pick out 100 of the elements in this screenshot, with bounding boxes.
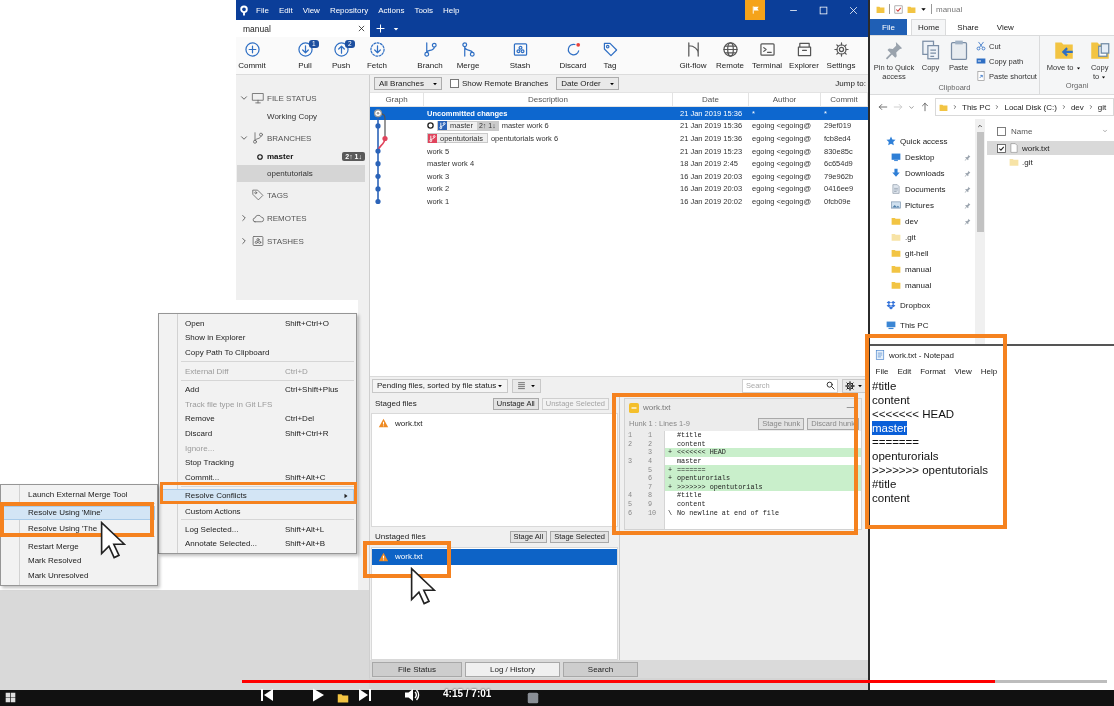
plus-icon[interactable] <box>376 24 385 33</box>
menu-item[interactable]: Launch External Merge Tool <box>3 487 155 502</box>
column-header[interactable]: Date <box>673 93 749 106</box>
sidebar-section[interactable]: REMOTES <box>236 208 369 228</box>
tab[interactable]: File Status <box>372 661 462 677</box>
menu-item[interactable]: Custom Actions <box>161 503 354 518</box>
tab[interactable]: Log / History <box>465 661 560 677</box>
toolbar-button[interactable]: Explorer <box>786 41 822 70</box>
menu-item[interactable]: File <box>251 5 274 15</box>
column-header[interactable]: Author <box>749 93 821 106</box>
folder-icon[interactable] <box>337 692 349 704</box>
windows-logo-icon[interactable] <box>5 692 16 703</box>
menu-item[interactable]: Copy Path To Clipboard <box>161 345 354 360</box>
show-remote-checkbox[interactable]: Show Remote Branches <box>449 79 549 88</box>
nav-item[interactable]: git-hell <box>870 245 975 261</box>
toolbar-button[interactable]: Merge <box>450 41 486 70</box>
ribbon-tab[interactable]: Share <box>950 19 986 35</box>
checklist-icon[interactable] <box>894 4 903 14</box>
nav-item[interactable]: manual <box>870 277 975 293</box>
file-row[interactable]: work.txt <box>372 415 617 431</box>
nav-item[interactable]: Pictures <box>870 197 975 213</box>
toolbar-button[interactable]: Tag <box>592 41 628 70</box>
toolbar-button[interactable]: Settings <box>823 41 859 70</box>
breadcrumb[interactable]: dev <box>1070 102 1084 112</box>
app-icon[interactable] <box>527 692 539 704</box>
volume-icon[interactable] <box>404 687 420 703</box>
file-row[interactable]: work.txt <box>987 141 1114 155</box>
menu-item[interactable]: Edit <box>273 5 298 15</box>
up-arrow-icon[interactable] <box>920 102 930 112</box>
toolbar-button[interactable]: Discard <box>555 41 591 70</box>
previous-icon[interactable] <box>259 687 275 703</box>
sidebar-item[interactable]: Working Copy <box>237 108 365 125</box>
caret-down-icon[interactable] <box>920 5 927 13</box>
nav-item[interactable]: manual <box>870 261 975 277</box>
nav-item[interactable]: dev <box>870 213 975 229</box>
menu-item[interactable]: Commit... Shift+Alt+C <box>161 469 354 485</box>
nav-item[interactable]: .git <box>870 229 975 245</box>
sidebar-item[interactable]: opentutorials <box>237 165 365 182</box>
view-mode-button[interactable] <box>512 378 541 393</box>
menu-item[interactable]: Log Selected... Shift+Alt+L <box>161 521 354 537</box>
menu-item[interactable]: Discard Shift+Ctrl+R <box>161 426 354 441</box>
nav-item[interactable]: Quick access <box>870 133 975 149</box>
text-area[interactable]: #title content <<<<<<< HEAD master ======= openturorials >>>>>>> opentutorials #title content <box>870 378 1114 505</box>
checkbox-icon[interactable] <box>997 126 1006 136</box>
menu-item[interactable]: Annotate Selected... Shift+Alt+B <box>161 536 354 551</box>
breadcrumb[interactable]: This PC <box>962 102 991 112</box>
scrollbar-thumb[interactable] <box>976 132 984 232</box>
file-row[interactable]: work.txt <box>372 548 617 565</box>
menu-item[interactable]: Show in Explorer <box>161 330 354 346</box>
sidebar-section[interactable]: TAGS <box>236 185 369 205</box>
nav-item[interactable]: Downloads <box>870 165 975 181</box>
sidebar-section[interactable]: BRANCHES <box>236 128 369 148</box>
tab[interactable]: Search <box>563 661 638 677</box>
file-row[interactable]: .git <box>987 155 1114 169</box>
back-arrow-icon[interactable] <box>878 102 888 112</box>
nav-item[interactable]: Dropbox <box>870 297 975 313</box>
maximize-icon[interactable] <box>818 5 828 15</box>
scrollbar[interactable] <box>975 119 985 344</box>
menu-item[interactable]: Mark Unresolved <box>3 567 155 583</box>
toolbar-button[interactable]: Commit <box>236 41 268 70</box>
menu-item[interactable]: Tools <box>409 5 439 15</box>
menu-item[interactable]: Format <box>915 366 951 376</box>
column-header[interactable]: Description <box>424 93 673 106</box>
branch-filter-dropdown[interactable]: All Branches <box>374 77 442 90</box>
menu-item[interactable]: View <box>950 366 977 376</box>
menu-item[interactable]: View <box>297 5 325 15</box>
menu-item[interactable]: Open Shift+Ctrl+O <box>161 316 354 331</box>
caret-down-icon[interactable] <box>393 25 399 32</box>
sidebar-section[interactable]: FILE STATUS <box>236 88 369 108</box>
search-icon[interactable] <box>826 381 835 390</box>
toolbar-button[interactable]: Remote <box>712 41 748 70</box>
play-icon[interactable] <box>310 687 326 703</box>
menu-item[interactable]: Mark Resolved <box>3 553 155 568</box>
ribbon-tab[interactable]: File <box>870 19 907 35</box>
order-dropdown[interactable]: Date Order <box>556 77 619 90</box>
menu-item[interactable]: File <box>871 366 893 376</box>
menu-item[interactable]: Help <box>438 5 465 15</box>
column-header[interactable]: Name <box>1011 126 1033 136</box>
menu-item[interactable]: Add Ctrl+Shift+Plus <box>161 382 354 397</box>
breadcrumb[interactable]: git <box>1097 102 1107 112</box>
menu-item[interactable]: Restart Merge <box>3 538 155 554</box>
menu-item[interactable]: Remove Ctrl+Del <box>161 411 354 427</box>
column-header[interactable]: Commit <box>821 93 868 106</box>
checkbox-icon[interactable] <box>449 79 459 88</box>
close-icon[interactable] <box>358 25 365 32</box>
sidebar-item[interactable]: master <box>237 148 343 165</box>
checkbox-icon[interactable] <box>997 143 1006 153</box>
tab[interactable]: manual <box>236 20 370 37</box>
menu-item[interactable]: Edit <box>892 366 916 376</box>
ribbon-tab[interactable]: Home <box>911 19 947 35</box>
menu-item[interactable]: Actions <box>373 5 410 15</box>
ribbon-tab[interactable]: View <box>989 19 1021 35</box>
nav-item[interactable]: Documents <box>870 181 975 197</box>
toolbar-button[interactable]: Branch <box>412 41 448 70</box>
sort-dropdown[interactable]: Pending files, sorted by file status <box>372 378 508 393</box>
nav-item[interactable]: This PC <box>870 317 975 333</box>
toolbar-button[interactable]: Terminal <box>749 41 785 70</box>
menu-item[interactable]: Help <box>976 366 1002 376</box>
toolbar-button[interactable]: Stash <box>502 41 538 70</box>
sidebar-section[interactable]: STASHES <box>236 231 369 251</box>
